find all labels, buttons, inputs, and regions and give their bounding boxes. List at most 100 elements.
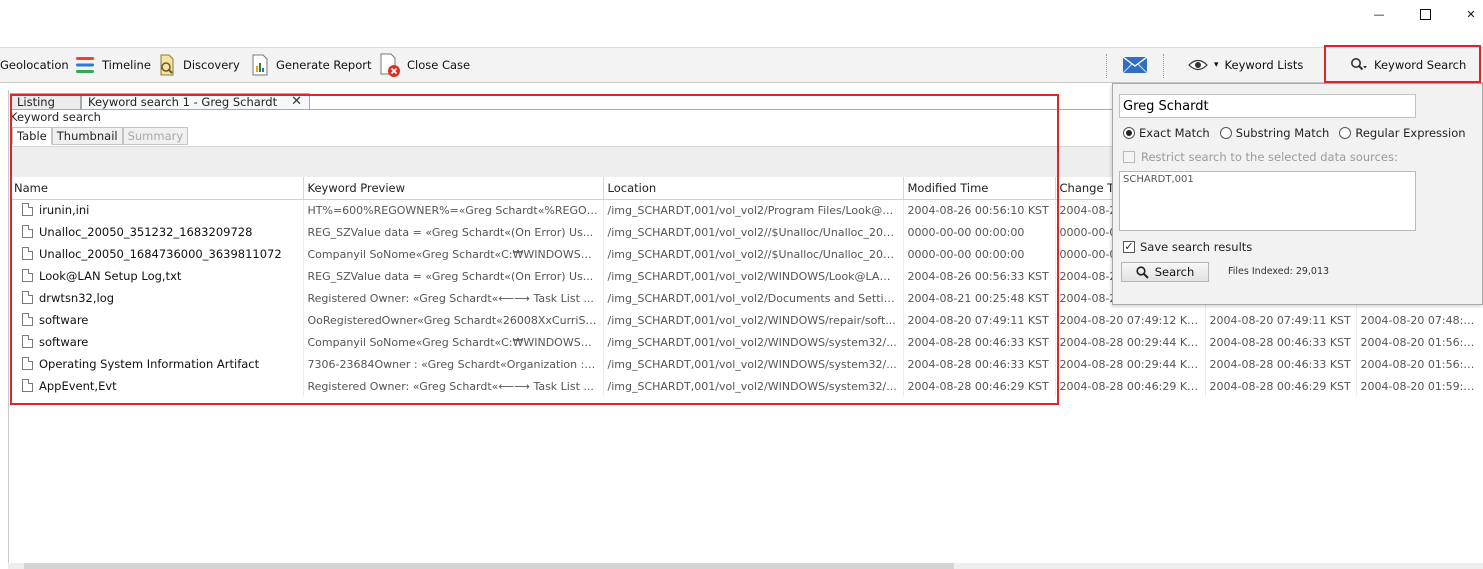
scrollbar-thumb[interactable] (24, 563, 954, 569)
column-header-keyword-preview[interactable]: Keyword Preview (303, 177, 604, 200)
generate-report-button[interactable]: Generate Report (250, 48, 372, 82)
column-header-name[interactable]: Name (10, 177, 304, 200)
cell-name: Unalloc_20050_351232_1683209728 (10, 221, 304, 243)
toolbar-separator (1106, 54, 1107, 78)
data-source-item[interactable]: SCHARDT,001 (1123, 174, 1412, 185)
view-tabs: Table Thumbnail Summary (12, 127, 189, 145)
table-row[interactable]: Operating System Information Artifact 730… (10, 353, 1483, 375)
geolocation-label: Geolocation (0, 58, 69, 72)
radio-unselected-icon (1219, 127, 1232, 139)
maximize-button[interactable] (1402, 0, 1448, 28)
file-name: Unalloc_20050_1684736000_3639811072 (39, 247, 282, 261)
file-name: drwtsn32,log (39, 291, 115, 305)
keyword-search-button[interactable]: Keyword Search (1350, 48, 1466, 82)
generate-report-label: Generate Report (276, 58, 372, 72)
cell-keyword-preview: Companyil SoNome«Greg Schardt«C:₩WINDOWS… (303, 331, 604, 353)
search-button-label: Search (1154, 265, 1195, 279)
cell-col6: 2004-08-28 00:46:33 KST (1205, 331, 1357, 353)
cell-keyword-preview: 7306-23684Owner : «Greg Schardt«Organiza… (303, 353, 604, 375)
cell-name: Operating System Information Artifact (10, 353, 304, 375)
file-icon (22, 203, 33, 217)
cell-keyword-preview: OoRegisteredOwner«Greg Schardt«26008XxCu… (303, 309, 604, 331)
match-mode-group: Exact Match Substring Match Regular Expr… (1123, 126, 1466, 140)
cell-name: AppEvent,Evt (10, 375, 304, 397)
file-name: irunin,ini (39, 203, 90, 218)
cell-location: /img_SCHARDT,001/vol_vol2/Documents and … (603, 287, 904, 309)
result-tabs: Listing Keyword search 1 - Greg Schardt … (10, 93, 310, 110)
column-header-location[interactable]: Location (603, 177, 904, 200)
cell-keyword-preview: Registered Owner: «Greg Schardt«⟵⟶ Task … (303, 375, 604, 397)
keyword-query-input[interactable] (1119, 94, 1416, 118)
file-icon (22, 335, 33, 348)
cell-keyword-preview: REG_SZValue data = «Greg Schardt«(On Err… (303, 221, 604, 243)
mail-button[interactable] (1122, 48, 1148, 82)
cell-location: /img_SCHARDT,001/vol_vol2//$Unalloc/Unal… (603, 243, 904, 265)
timeline-icon (76, 57, 94, 73)
file-icon (22, 313, 33, 326)
save-results-label: Save search results (1140, 240, 1253, 254)
substring-match-radio[interactable]: Substring Match (1219, 126, 1329, 140)
file-icon (22, 269, 33, 282)
cell-location: /img_SCHARDT,001/vol_vol2/WINDOWS/repair… (603, 309, 904, 331)
tab-keyword-search[interactable]: Keyword search 1 - Greg Schardt ✕ (81, 93, 310, 110)
cell-modified-time: 0000-00-00 00:00:00 (903, 243, 1056, 265)
exact-match-label: Exact Match (1139, 126, 1210, 140)
tab-thumbnail[interactable]: Thumbnail (51, 127, 123, 145)
maximize-icon (1419, 8, 1431, 20)
tab-listing-label: Listing (17, 95, 55, 109)
search-button[interactable]: Search (1121, 262, 1209, 282)
file-name: software (39, 313, 89, 327)
discovery-button[interactable]: Discovery (157, 48, 240, 82)
file-icon (22, 225, 33, 238)
timeline-button[interactable]: Timeline (74, 48, 151, 82)
cell-modified-time: 2004-08-28 00:46:33 KST (903, 331, 1056, 353)
column-header-modified-time[interactable]: Modified Time (903, 177, 1056, 200)
cell-name: irunin,ini (10, 199, 304, 221)
keyword-lists-label: Keyword Lists (1224, 58, 1304, 72)
checkbox-checked-icon: ✓ (1123, 240, 1135, 253)
geolocation-button[interactable]: Geolocation (0, 48, 69, 82)
cell-location: /img_SCHARDT,001/vol_vol2/WINDOWS/system… (603, 331, 904, 353)
close-window-button[interactable]: ✕ (1448, 0, 1483, 28)
cell-change-time: 2004-08-28 00:29:44 KST (1055, 331, 1206, 353)
save-results-checkbox[interactable]: ✓ Save search results (1123, 240, 1252, 254)
tab-table[interactable]: Table (12, 127, 52, 145)
eye-icon (1188, 59, 1208, 71)
file-icon (22, 247, 33, 260)
cell-location: /img_SCHARDT,001/vol_vol2/WINDOWS/system… (603, 375, 904, 397)
tab-listing[interactable]: Listing (10, 93, 81, 110)
file-name: software (39, 335, 89, 349)
cell-col7: 2004-08-20 01:56:08 KS (1356, 353, 1483, 375)
timeline-label: Timeline (102, 58, 151, 72)
table-row[interactable]: AppEvent,Evt Registered Owner: «Greg Scha… (10, 375, 1483, 397)
horizontal-scrollbar[interactable] (8, 563, 1483, 569)
cell-location: /img_SCHARDT,001/vol_vol2/WINDOWS/system… (603, 353, 904, 375)
tab-close-icon[interactable]: ✕ (291, 95, 302, 109)
cell-col7: 2004-08-20 07:48:32 KS (1356, 309, 1483, 331)
cell-keyword-preview: REG_SZValue data = «Greg Schardt«(On Err… (303, 265, 604, 287)
toolbar-separator (1163, 54, 1164, 78)
file-name: Unalloc_20050_351232_1683209728 (39, 225, 253, 239)
file-name: Operating System Information Artifact (39, 357, 260, 371)
cell-name: Unalloc_20050_1684736000_3639811072 (10, 243, 304, 265)
cell-name: Look@LAN Setup Log,txt (10, 265, 304, 287)
keyword-lists-button[interactable]: ▾ Keyword Lists (1188, 48, 1303, 82)
minimize-button[interactable]: — (1356, 0, 1402, 28)
tab-keyword-search-label: Keyword search 1 - Greg Schardt (88, 95, 278, 109)
magnifier-icon (1351, 58, 1367, 71)
cell-keyword-preview: Companyil SoNome«Greg Schardt«C:₩WINDOWS… (303, 243, 604, 265)
toolbar-separator (1325, 54, 1326, 78)
tab-summary: Summary (122, 127, 189, 145)
files-indexed-count: Files Indexed: 29,013 (1228, 266, 1330, 277)
table-row[interactable]: software OoRegisteredOwner«Greg Schardt«2… (10, 309, 1483, 331)
regular-expression-radio[interactable]: Regular Expression (1339, 126, 1466, 140)
cell-col7: 2004-08-20 01:59:14 KS (1356, 375, 1483, 397)
table-row[interactable]: software Companyil SoNome«Greg Schardt«C:… (10, 331, 1483, 353)
keyword-search-panel: Exact Match Substring Match Regular Expr… (1112, 83, 1483, 305)
cell-name: drwtsn32,log (10, 287, 304, 309)
exact-match-radio[interactable]: Exact Match (1123, 126, 1210, 140)
close-case-button[interactable]: Close Case (379, 48, 470, 82)
data-sources-list[interactable]: SCHARDT,001 (1119, 171, 1416, 231)
cell-col6: 2004-08-28 00:46:33 KST (1205, 353, 1357, 375)
radio-selected-icon (1123, 127, 1135, 139)
